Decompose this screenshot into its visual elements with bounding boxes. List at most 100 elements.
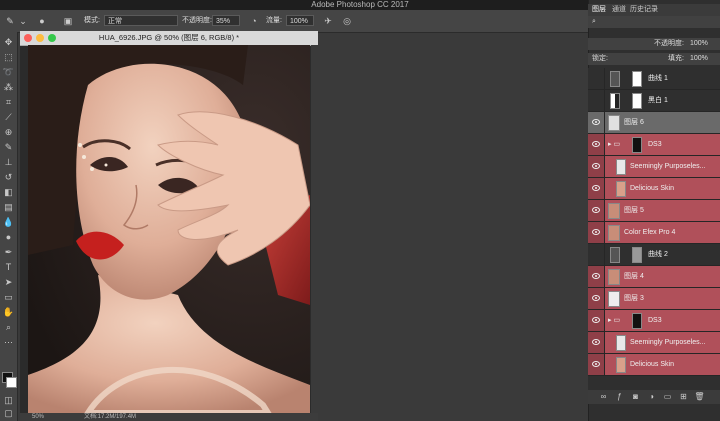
layer-style-icon[interactable]: ƒ xyxy=(614,391,625,403)
move-tool-icon[interactable]: ✥ xyxy=(2,36,15,48)
tab-history[interactable]: 历史记录 xyxy=(630,4,658,16)
adjustment-layer-icon[interactable]: ◑ xyxy=(646,391,657,403)
visibility-toggle[interactable] xyxy=(588,178,605,199)
layer-row[interactable]: Seemingly Purposeles... xyxy=(588,156,720,178)
vertical-scrollbar[interactable] xyxy=(311,45,318,413)
visibility-toggle[interactable] xyxy=(588,288,605,309)
filter-search-icon[interactable]: ⌕ xyxy=(592,16,596,28)
tab-channels[interactable]: 通道 xyxy=(612,4,626,16)
more-tools-icon[interactable]: ⋯ xyxy=(2,336,15,348)
visibility-toggle[interactable] xyxy=(588,310,605,331)
layer-name[interactable]: Seemingly Purposeles... xyxy=(630,332,705,354)
layer-name[interactable]: 图层 5 xyxy=(624,200,644,222)
marquee-tool-icon[interactable]: ⬚ xyxy=(2,51,15,63)
layer-row[interactable]: Delicious Skin xyxy=(588,354,720,376)
new-layer-icon[interactable]: ⊞ xyxy=(678,391,689,403)
tab-layers[interactable]: 图层 xyxy=(592,4,606,16)
layer-name[interactable]: Delicious Skin xyxy=(630,178,674,200)
background-color-swatch[interactable] xyxy=(6,377,17,388)
layer-row[interactable]: 黑白 1 xyxy=(588,90,720,112)
brush-tool-icon[interactable]: ✎ xyxy=(4,15,16,27)
layer-name[interactable]: 图层 3 xyxy=(624,288,644,310)
airbrush-icon[interactable]: ✈ xyxy=(322,15,334,27)
visibility-toggle[interactable] xyxy=(588,90,605,111)
type-tool-icon[interactable]: T xyxy=(2,261,15,273)
chevron-down-icon[interactable]: ⌄ xyxy=(17,15,29,27)
group-mask-thumb[interactable] xyxy=(632,313,642,329)
brush-tool-icon[interactable]: ✎ xyxy=(2,141,15,153)
layer-mask-thumb[interactable] xyxy=(632,247,642,263)
layer-name[interactable]: DS3 xyxy=(648,134,662,156)
layer-name[interactable]: 图层 4 xyxy=(624,266,644,288)
panel-tabs: 图层 通道 历史记录 xyxy=(588,4,720,16)
fill-input[interactable]: 100% xyxy=(690,53,708,65)
layer-name[interactable]: Color Efex Pro 4 xyxy=(624,222,675,244)
visibility-toggle[interactable] xyxy=(588,68,605,89)
visibility-toggle[interactable] xyxy=(588,222,605,243)
layer-row[interactable]: 图层 4 xyxy=(588,266,720,288)
quick-mask-icon[interactable]: ◫ xyxy=(2,394,15,406)
delete-layer-icon[interactable]: 🗑 xyxy=(694,391,705,403)
document-title-bar[interactable]: HUA_6926.JPG @ 50% (图层 6, RGB/8) * xyxy=(20,31,318,46)
gradient-tool-icon[interactable]: ▤ xyxy=(2,201,15,213)
eyedropper-tool-icon[interactable]: ⟋ xyxy=(2,111,15,123)
lasso-tool-icon[interactable]: ➰ xyxy=(2,66,15,78)
mode-select[interactable]: 正常 xyxy=(104,15,178,26)
visibility-toggle[interactable] xyxy=(588,332,605,353)
layer-row[interactable]: Delicious Skin xyxy=(588,178,720,200)
layer-group-row[interactable]: ▸ ▭ DS3 xyxy=(588,134,720,156)
layer-name[interactable]: Delicious Skin xyxy=(630,354,674,376)
healing-tool-icon[interactable]: ⊕ xyxy=(2,126,15,138)
group-mask-thumb[interactable] xyxy=(632,137,642,153)
layer-row[interactable]: 曲线 2 xyxy=(588,244,720,266)
layer-name[interactable]: 图层 6 xyxy=(624,112,644,134)
clone-stamp-tool-icon[interactable]: ⊥ xyxy=(2,156,15,168)
visibility-toggle[interactable] xyxy=(588,112,605,133)
zoom-level[interactable]: 50% xyxy=(32,413,44,421)
shape-tool-icon[interactable]: ▭ xyxy=(2,291,15,303)
layer-row[interactable]: 图层 3 xyxy=(588,288,720,310)
layer-filter-row[interactable]: ⌕ xyxy=(588,16,720,28)
visibility-toggle[interactable] xyxy=(588,244,605,265)
layer-name[interactable]: 曲线 2 xyxy=(648,244,668,266)
layer-mask-thumb[interactable] xyxy=(632,93,642,109)
history-brush-tool-icon[interactable]: ↺ xyxy=(2,171,15,183)
visibility-toggle[interactable] xyxy=(588,134,605,155)
layer-row[interactable]: 曲线 1 xyxy=(588,68,720,90)
visibility-toggle[interactable] xyxy=(588,200,605,221)
opacity-input[interactable]: 35% xyxy=(212,15,240,26)
quick-select-tool-icon[interactable]: ⁂ xyxy=(2,81,15,93)
layer-row-selected[interactable]: 图层 6 xyxy=(588,112,720,134)
link-layers-icon[interactable]: ∞ xyxy=(598,391,609,403)
layer-name[interactable]: DS3 xyxy=(648,310,662,332)
path-select-tool-icon[interactable]: ➤ xyxy=(2,276,15,288)
pressure-size-icon[interactable]: ◎ xyxy=(341,15,353,27)
layer-row[interactable]: Color Efex Pro 4 xyxy=(588,222,720,244)
dodge-tool-icon[interactable]: ● xyxy=(2,231,15,243)
layer-row[interactable]: Seemingly Purposeles... xyxy=(588,332,720,354)
screen-mode-icon[interactable]: ▢ xyxy=(2,407,15,419)
eraser-tool-icon[interactable]: ◧ xyxy=(2,186,15,198)
pen-tool-icon[interactable]: ✒ xyxy=(2,246,15,258)
layer-name[interactable]: Seemingly Purposeles... xyxy=(630,156,705,178)
layer-mask-thumb[interactable] xyxy=(632,71,642,87)
zoom-tool-icon[interactable]: ⌕ xyxy=(2,321,15,333)
layer-group-row[interactable]: ▸ ▭ DS3 xyxy=(588,310,720,332)
blur-tool-icon[interactable]: 💧 xyxy=(2,216,15,228)
brush-panel-icon[interactable]: ▣ xyxy=(62,15,74,27)
layer-name[interactable]: 曲线 1 xyxy=(648,68,668,90)
new-group-icon[interactable]: ▭ xyxy=(662,391,673,403)
add-mask-icon[interactable]: ◙ xyxy=(630,391,641,403)
pressure-opacity-icon[interactable]: ◔ xyxy=(248,15,260,27)
visibility-toggle[interactable] xyxy=(588,156,605,177)
image-canvas[interactable] xyxy=(28,45,310,413)
layer-opacity-input[interactable]: 100% xyxy=(690,38,708,50)
layer-name[interactable]: 黑白 1 xyxy=(648,90,668,112)
layer-row[interactable]: 图层 5 xyxy=(588,200,720,222)
flow-input[interactable]: 100% xyxy=(286,15,314,26)
crop-tool-icon[interactable]: ⌗ xyxy=(2,96,15,108)
hand-tool-icon[interactable]: ✋ xyxy=(2,306,15,318)
brush-preset-icon[interactable]: ● xyxy=(36,15,48,27)
visibility-toggle[interactable] xyxy=(588,354,605,375)
visibility-toggle[interactable] xyxy=(588,266,605,287)
